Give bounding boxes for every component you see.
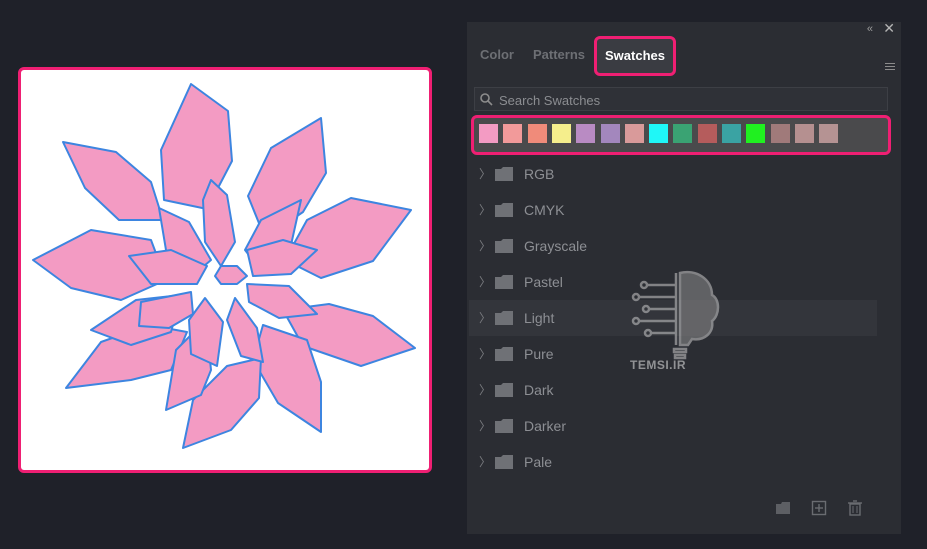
panel-footer (767, 500, 867, 518)
folder-icon (495, 383, 513, 397)
swatch-chip[interactable] (576, 124, 596, 143)
tab-swatches[interactable]: Swatches (594, 36, 676, 76)
flower-artwork (32, 83, 416, 449)
chevron-right-icon[interactable]: 〉 (479, 444, 491, 480)
tab-patterns[interactable]: Patterns (527, 36, 591, 74)
folder-label: RGB (524, 166, 555, 182)
swatch-chip[interactable] (794, 124, 814, 143)
folder-icon (495, 275, 513, 289)
folder-item-pale[interactable]: 〉 Pale (469, 444, 877, 480)
swatch-chip[interactable] (770, 124, 790, 143)
folder-label: Pure (524, 346, 554, 362)
chevron-right-icon[interactable]: 〉 (479, 228, 491, 264)
folder-item-rgb[interactable]: 〉 RGB (469, 156, 877, 192)
folder-icon (495, 419, 513, 433)
panel-menu-icon[interactable] (885, 63, 895, 71)
folder-label: CMYK (524, 202, 565, 218)
new-folder-icon[interactable] (775, 500, 791, 516)
folder-icon (495, 167, 513, 181)
canvas-artboard[interactable] (18, 67, 432, 473)
panel-tabs: Color Patterns Swatches (467, 36, 901, 76)
swatch-chip[interactable] (527, 124, 547, 143)
folder-label: Light (524, 310, 555, 326)
folder-label: Darker (524, 418, 567, 434)
panel-titlebar: « ✕ (467, 21, 901, 36)
swatch-chip[interactable] (673, 124, 693, 143)
folder-label: Grayscale (524, 238, 588, 254)
search-bar (474, 87, 888, 111)
swatch-chip[interactable] (697, 124, 717, 143)
search-input[interactable] (497, 90, 881, 110)
add-swatch-icon[interactable] (811, 500, 827, 516)
folder-item-grayscale[interactable]: 〉 Grayscale (469, 228, 877, 264)
chevron-right-icon[interactable]: 〉 (479, 336, 491, 372)
chevron-right-icon[interactable]: 〉 (479, 300, 491, 336)
swatch-chip[interactable] (600, 124, 620, 143)
chevron-right-icon[interactable]: 〉 (479, 264, 491, 300)
folder-icon (495, 239, 513, 253)
folder-item-darker[interactable]: 〉 Darker (469, 408, 877, 444)
folder-icon (495, 455, 513, 469)
swatch-chip[interactable] (819, 124, 839, 143)
swatch-chip[interactable] (722, 124, 741, 143)
watermark-text: TEMSI.IR (630, 358, 687, 372)
chevron-right-icon[interactable]: 〉 (479, 192, 491, 228)
swatch-chip[interactable] (503, 124, 523, 143)
chevron-right-icon[interactable]: 〉 (479, 156, 491, 192)
swatch-chip[interactable] (649, 124, 669, 143)
swatch-chip[interactable] (746, 124, 766, 143)
close-icon[interactable]: ✕ (883, 21, 895, 35)
folder-label: Dark (524, 382, 554, 398)
folder-icon (495, 203, 513, 217)
folder-icon (495, 311, 513, 325)
tab-color[interactable]: Color (474, 36, 520, 74)
collapse-icon[interactable]: « (867, 23, 873, 35)
folder-item-cmyk[interactable]: 〉 CMYK (469, 192, 877, 228)
swatch-chip[interactable] (624, 124, 644, 143)
search-icon (480, 93, 493, 106)
folder-icon (495, 347, 513, 361)
recent-swatches-row (471, 115, 891, 155)
folder-label: Pale (524, 454, 553, 470)
chevron-right-icon[interactable]: 〉 (479, 372, 491, 408)
folder-label: Pastel (524, 274, 563, 290)
chevron-right-icon[interactable]: 〉 (479, 408, 491, 444)
trash-icon[interactable] (847, 500, 863, 516)
swatch-chip[interactable] (551, 124, 571, 143)
swatch-chip[interactable] (479, 124, 498, 143)
